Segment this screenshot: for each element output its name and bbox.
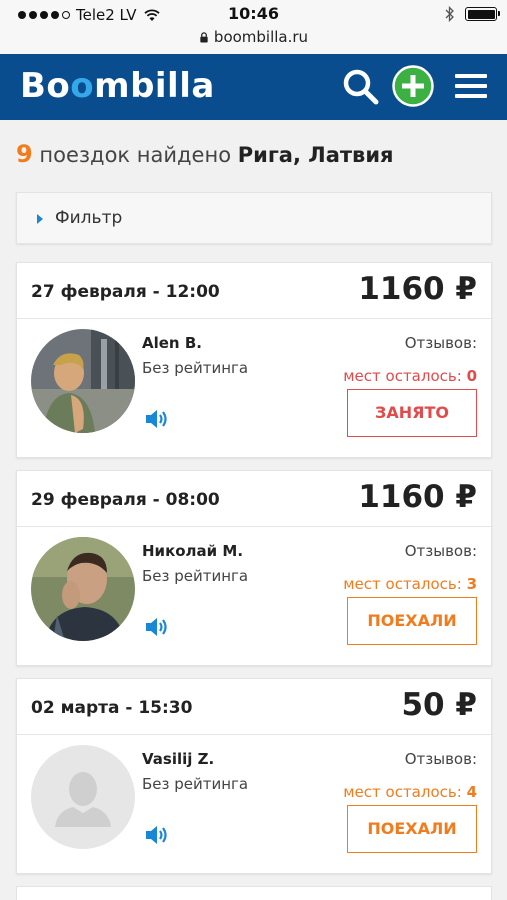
reviews-label: Отзывов: — [404, 750, 477, 768]
booked-button[interactable]: ЗАНЯТО — [347, 389, 477, 437]
avatar-placeholder-icon[interactable] — [31, 745, 135, 849]
logo-text-start: Bo — [20, 66, 71, 106]
trip-card-header: 29 февраля - 08:00 1160 ₽ — [17, 471, 491, 527]
trip-price: 1160 ₽ — [358, 479, 477, 515]
trip-card[interactable]: 02 марта - 15:30 50 ₽ Vasilij Z. Без рей… — [16, 678, 492, 874]
results-heading: 9 поездок найдено Рига, Латвия — [16, 140, 394, 168]
filter-label: Фильтр — [55, 208, 123, 228]
trip-card-header: 02 марта - 15:30 50 ₽ — [17, 679, 491, 735]
trip-date: 27 февраля - 12:00 — [31, 282, 220, 302]
driver-rating: Без рейтинга — [142, 359, 249, 377]
trip-card-header: 27 февраля - 12:00 1160 ₽ — [17, 263, 491, 319]
expand-triangle-icon — [37, 214, 43, 224]
site-header: Boombilla — [0, 54, 507, 120]
trip-price: 1160 ₽ — [358, 271, 477, 307]
search-icon[interactable] — [342, 68, 380, 106]
lock-icon — [200, 32, 208, 43]
trip-card[interactable] — [16, 886, 492, 900]
speaker-icon[interactable] — [144, 408, 170, 430]
speaker-icon[interactable] — [144, 824, 170, 846]
logo-text-end: mbilla — [94, 66, 215, 106]
trip-date: 02 марта - 15:30 — [31, 698, 193, 718]
reviews-label: Отзывов: — [404, 334, 477, 352]
seats-left: мест осталось: 3 — [343, 575, 477, 593]
avatar[interactable] — [31, 329, 135, 433]
avatar[interactable] — [31, 537, 135, 641]
status-right — [445, 6, 500, 22]
driver-rating: Без рейтинга — [142, 567, 249, 585]
book-button[interactable]: ПОЕХАЛИ — [347, 805, 477, 853]
driver-name[interactable]: Vasilij Z. — [142, 750, 214, 768]
trip-price: 50 ₽ — [401, 687, 477, 723]
trip-date: 29 февраля - 08:00 — [31, 490, 220, 510]
bluetooth-icon — [445, 6, 454, 22]
trip-card[interactable]: 27 февраля - 12:00 1160 ₽ Alen B. Без ре… — [16, 262, 492, 458]
trip-card[interactable]: 29 февраля - 08:00 1160 ₽ Николай М. Без… — [16, 470, 492, 666]
clock: 10:46 — [228, 4, 279, 23]
book-button[interactable]: ПОЕХАЛИ — [347, 597, 477, 645]
driver-name[interactable]: Alen B. — [142, 334, 202, 352]
results-text: поездок найдено — [39, 143, 232, 167]
menu-icon[interactable] — [455, 73, 487, 99]
seats-left: мест осталось: 0 — [343, 367, 477, 385]
status-bar: Tele2 LV 10:46 boombilla.ru — [0, 0, 507, 54]
driver-name[interactable]: Николай М. — [142, 542, 243, 560]
battery-icon — [465, 7, 500, 21]
add-icon[interactable] — [392, 65, 434, 107]
address-bar[interactable]: boombilla.ru — [0, 28, 507, 46]
site-logo[interactable]: Boombilla — [20, 66, 215, 106]
logo-accent: o — [70, 66, 95, 106]
driver-rating: Без рейтинга — [142, 775, 249, 793]
address-url: boombilla.ru — [213, 28, 309, 46]
seats-left: мест осталось: 4 — [343, 783, 477, 801]
reviews-label: Отзывов: — [404, 542, 477, 560]
speaker-icon[interactable] — [144, 616, 170, 638]
results-city: Рига, Латвия — [237, 143, 394, 167]
filter-toggle[interactable]: Фильтр — [16, 192, 492, 244]
results-count: 9 — [16, 140, 33, 168]
